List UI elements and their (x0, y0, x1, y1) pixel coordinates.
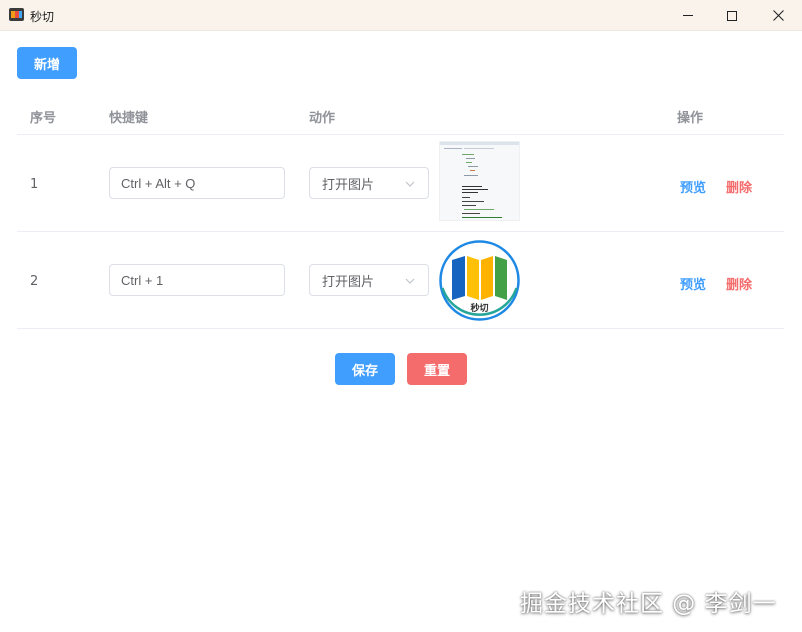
preview-link[interactable]: 预览 (680, 274, 706, 293)
maximize-icon (727, 10, 737, 21)
preview-link[interactable]: 预览 (680, 177, 706, 196)
action-select-value: 打开图片 (322, 177, 375, 193)
maximize-button[interactable] (709, 0, 755, 31)
row-divider (17, 231, 784, 232)
row-index: 1 (30, 177, 39, 192)
delete-link[interactable]: 删除 (726, 177, 752, 196)
image-thumbnail-screenshot (439, 141, 520, 221)
delete-link[interactable]: 删除 (726, 274, 752, 293)
chevron-down-icon (405, 278, 415, 284)
minimize-button[interactable] (665, 0, 711, 31)
column-header-operation: 操作 (677, 111, 704, 126)
save-button[interactable]: 保存 (335, 353, 395, 385)
action-select[interactable]: 打开图片 (309, 264, 429, 296)
watermark-text: 掘金技术社区 @ 李剑一 (520, 591, 777, 617)
close-button[interactable] (755, 0, 801, 31)
action-select[interactable]: 打开图片 (309, 167, 429, 199)
reset-button[interactable]: 重置 (407, 353, 467, 385)
action-select-value: 打开图片 (322, 274, 375, 290)
app-logo-icon (9, 8, 24, 21)
close-icon (772, 10, 784, 21)
row-index: 2 (30, 274, 39, 289)
shortcut-input[interactable]: Ctrl + 1 (109, 264, 285, 296)
row-divider (17, 328, 784, 329)
column-header-index: 序号 (30, 111, 57, 126)
image-thumbnail-logo: 秒切 (439, 240, 520, 321)
window-titlebar: 秒切 (0, 0, 802, 31)
window-title: 秒切 (30, 10, 55, 24)
column-header-shortcut: 快捷键 (109, 111, 149, 126)
minimize-icon (683, 15, 693, 16)
column-header-action: 动作 (309, 111, 336, 126)
chevron-down-icon (405, 181, 415, 187)
logo-text: 秒切 (470, 302, 488, 314)
shortcut-input[interactable]: Ctrl + Alt + Q (109, 167, 285, 199)
add-button[interactable]: 新增 (17, 47, 77, 79)
table-header-divider (17, 134, 784, 135)
